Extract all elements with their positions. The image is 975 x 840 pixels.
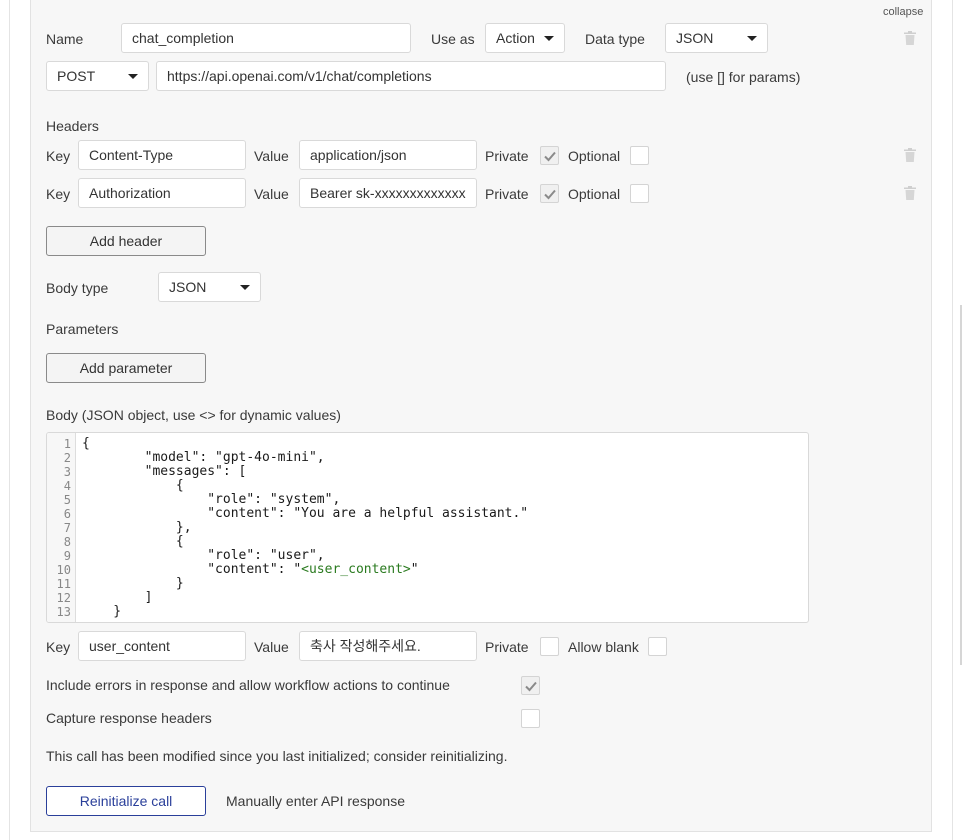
code-line: "model": "gpt-4o-mini", [82, 450, 325, 465]
line-number: 4 [63, 479, 71, 493]
header-value-label: Value [254, 186, 289, 202]
http-method-value: POST [57, 68, 96, 84]
data-type-label: Data type [585, 31, 645, 47]
add-header-button[interactable]: Add header [46, 226, 206, 256]
line-number: 8 [63, 535, 71, 549]
include-errors-checkbox[interactable] [521, 676, 540, 695]
url-hint: (use [] for params) [686, 69, 801, 85]
param-key-input[interactable]: user_content [78, 631, 246, 661]
chevron-down-icon [544, 36, 554, 41]
line-number: 3 [63, 465, 71, 479]
use-as-label: Use as [431, 31, 475, 47]
code-line: { [82, 478, 184, 493]
header-private-label: Private [485, 148, 529, 164]
line-number: 12 [56, 591, 71, 605]
code-text: " [410, 562, 419, 577]
param-private-label: Private [485, 639, 529, 655]
body-code-editor[interactable]: 1 2 3 4 5 6 7 8 9 10 11 12 13 { "model":… [46, 432, 809, 623]
code-line: "role": "system", [82, 492, 341, 507]
param-allow-blank-label: Allow blank [568, 639, 639, 655]
header-optional-label: Optional [568, 148, 621, 164]
line-number: 1 [63, 437, 71, 451]
param-private-checkbox[interactable] [540, 637, 559, 656]
line-number-gutter: 1 2 3 4 5 6 7 8 9 10 11 12 13 [47, 433, 76, 622]
header-key-label: Key [46, 186, 71, 202]
body-type-label: Body type [46, 280, 109, 296]
use-as-select[interactable]: Action [485, 23, 565, 53]
line-number: 6 [63, 507, 71, 521]
line-number: 13 [56, 605, 71, 619]
data-type-value: JSON [676, 30, 714, 46]
parameters-title: Parameters [46, 321, 119, 337]
code-text: "content": " [82, 562, 302, 577]
param-key-label: Key [46, 639, 71, 655]
trash-icon[interactable] [904, 186, 916, 200]
line-number: 10 [56, 563, 71, 577]
line-number: 7 [63, 521, 71, 535]
param-allow-blank-checkbox[interactable] [648, 637, 667, 656]
code-line: "role": "user", [82, 548, 325, 563]
code-line: { [82, 436, 90, 451]
line-number: 2 [63, 451, 71, 465]
headers-title: Headers [46, 118, 99, 134]
collapse-link[interactable]: collapse [883, 3, 923, 21]
trash-icon[interactable] [904, 148, 916, 162]
header-key-input[interactable]: Authorization [78, 178, 246, 208]
body-label: Body (JSON object, use <> for dynamic va… [46, 407, 341, 423]
header-key-input[interactable]: Content-Type [78, 140, 246, 170]
body-type-value: JSON [169, 279, 207, 295]
use-as-value: Action [496, 30, 535, 46]
header-optional-label: Optional [568, 186, 621, 202]
capture-headers-checkbox[interactable] [521, 709, 540, 728]
chevron-down-icon [747, 36, 757, 41]
modified-notice: This call has been modified since you la… [46, 748, 508, 764]
scrollbar[interactable] [960, 305, 968, 665]
url-input[interactable]: https://api.openai.com/v1/chat/completio… [156, 61, 666, 91]
dynamic-token: <user_content> [301, 562, 411, 577]
header-value-input[interactable]: application/json [299, 140, 477, 170]
capture-headers-label: Capture response headers [46, 710, 212, 726]
code-line: }, [82, 520, 192, 535]
header-private-label: Private [485, 186, 529, 202]
http-method-select[interactable]: POST [46, 61, 149, 91]
code-line: } [82, 604, 122, 619]
reinitialize-call-button[interactable]: Reinitialize call [46, 786, 206, 816]
body-type-select[interactable]: JSON [158, 272, 261, 302]
chevron-down-icon [128, 74, 138, 79]
name-label: Name [46, 31, 84, 47]
add-parameter-button[interactable]: Add parameter [46, 353, 206, 383]
check-icon [544, 189, 556, 200]
check-icon [525, 681, 537, 692]
header-private-checkbox[interactable] [540, 146, 559, 165]
line-number: 5 [63, 493, 71, 507]
param-value-label: Value [254, 639, 289, 655]
header-optional-checkbox[interactable] [630, 146, 649, 165]
include-errors-label: Include errors in response and allow wor… [46, 677, 450, 693]
line-number: 11 [56, 577, 71, 591]
code-line: { [82, 534, 184, 549]
check-icon [544, 151, 556, 162]
header-private-checkbox[interactable] [540, 184, 559, 203]
code-line: } [82, 576, 184, 591]
data-type-select[interactable]: JSON [665, 23, 768, 53]
line-number: 9 [63, 549, 71, 563]
header-key-label: Key [46, 148, 71, 164]
code-line: "messages": [ [82, 464, 247, 479]
header-value-input[interactable]: Bearer sk-xxxxxxxxxxxxx [299, 178, 477, 208]
code-line: "content": "<user_content>" [82, 562, 419, 577]
header-optional-checkbox[interactable] [630, 184, 649, 203]
code-line: "content": "You are a helpful assistant.… [82, 506, 529, 521]
manual-response-link[interactable]: Manually enter API response [226, 792, 405, 810]
trash-icon[interactable] [904, 31, 916, 45]
param-value-input[interactable]: 축사 작성해주세요. [299, 631, 477, 661]
code-line: ] [82, 590, 153, 605]
call-name-input[interactable]: chat_completion [121, 23, 411, 53]
header-value-label: Value [254, 148, 289, 164]
chevron-down-icon [240, 285, 250, 290]
